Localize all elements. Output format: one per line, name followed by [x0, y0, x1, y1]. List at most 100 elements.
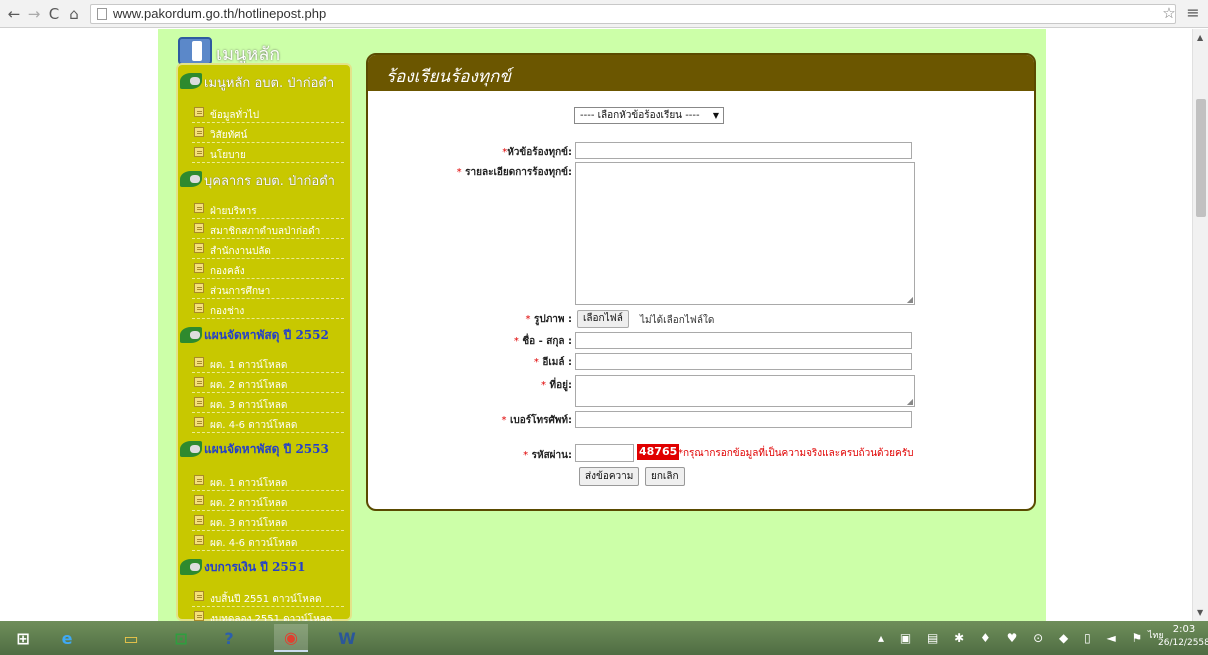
- submit-button[interactable]: ส่งข้อความ: [579, 467, 640, 486]
- sidebar-item[interactable]: ผด. 3 ดาวน์โหลด: [192, 395, 344, 413]
- complaint-form-panel: ร้องเรียนร้องทุกข์ ---- เลือกหัวข้อร้องเ…: [366, 53, 1036, 511]
- chrome-icon[interactable]: ◉: [274, 624, 308, 652]
- email-input[interactable]: [575, 353, 912, 370]
- details-label: * รายละเอียดการร้องทุกข์:: [456, 167, 572, 178]
- document-icon: [194, 147, 204, 157]
- document-icon: [194, 357, 204, 367]
- sidebar-item[interactable]: ผด. 1 ดาวน์โหลด: [192, 473, 344, 491]
- sidebar-section-label: แผนจัดหาพัสดุ ปี 2553: [204, 442, 329, 456]
- document-icon: [194, 263, 204, 273]
- document-icon: [194, 495, 204, 505]
- name-input[interactable]: [575, 332, 912, 349]
- help-app-icon[interactable]: ?: [212, 624, 246, 652]
- sidebar-item[interactable]: ผด. 1 ดาวน์โหลด: [192, 355, 344, 373]
- sidebar-item[interactable]: ผด. 2 ดาวน์โหลด: [192, 493, 344, 511]
- page-icon: [97, 8, 107, 20]
- details-textarea[interactable]: ◢: [575, 162, 915, 305]
- url-text[interactable]: www.pakordum.go.th/hotlinepost.php: [113, 6, 326, 21]
- captcha-input[interactable]: [575, 444, 634, 462]
- select-value: ---- เลือกหัวข้อร้องเรียน ----: [580, 110, 700, 121]
- address-label: * ที่อยู่:: [541, 380, 572, 391]
- windows-start-icon[interactable]: ⊞: [6, 624, 40, 652]
- web-page: เมนูหลัก เมนูหลัก อบต. ป่าก่อดำ ข้อมูลทั…: [0, 29, 1192, 621]
- sidebar-item[interactable]: นโยบาย: [192, 145, 344, 163]
- resize-grip-icon: ◢: [906, 397, 913, 406]
- phone-input[interactable]: [575, 411, 912, 428]
- captcha-code: 48765: [637, 444, 680, 460]
- sidebar-item[interactable]: งบสิ้นปี 2551 ดาวน์โหลด: [192, 589, 344, 607]
- sidebar-section-label: งบการเงิน ปี 2551: [204, 560, 306, 574]
- subject-label: *หัวข้อร้องทุกข์:: [502, 147, 572, 158]
- panel-header: ร้องเรียนร้องทุกข์: [368, 55, 1034, 91]
- bookmark-star-icon[interactable]: ☆: [1160, 4, 1178, 22]
- name-label: * ชื่อ - สกุล :: [513, 336, 572, 347]
- clock-time[interactable]: 2:03: [1162, 624, 1206, 635]
- address-bar[interactable]: www.pakordum.go.th/hotlinepost.php: [90, 4, 1176, 24]
- internet-explorer-icon[interactable]: e: [50, 624, 84, 652]
- document-icon: [194, 417, 204, 427]
- subject-input[interactable]: [575, 142, 912, 159]
- document-icon: [194, 475, 204, 485]
- cancel-button[interactable]: ยกเลิก: [645, 467, 685, 486]
- system-tray-icons[interactable]: ▴ ▣ ▤ ✱ ♦ ♥ ⊙ ◆ ▯ ◄ ⚑: [878, 631, 1148, 645]
- browser-toolbar: ← → C ⌂ www.pakordum.go.th/hotlinepost.p…: [0, 0, 1208, 28]
- scroll-down-icon[interactable]: ▼: [1197, 608, 1203, 617]
- document-icon: [194, 303, 204, 313]
- document-icon: [194, 535, 204, 545]
- sidebar-section-label: บุคลากร อบต. ป่าก่อดำ: [204, 174, 335, 189]
- image-label: * รูปภาพ :: [525, 314, 572, 325]
- file-explorer-icon[interactable]: ▭: [114, 624, 148, 652]
- document-icon: [194, 611, 204, 621]
- document-icon: [194, 107, 204, 117]
- scroll-up-icon[interactable]: ▲: [1197, 33, 1203, 42]
- sidebar-item[interactable]: สมาชิกสภาตำบลป่าก่อดำ: [192, 221, 344, 239]
- document-icon: [194, 223, 204, 233]
- store-icon[interactable]: ⊡: [164, 624, 198, 652]
- document-icon: [194, 283, 204, 293]
- reload-icon[interactable]: C: [44, 4, 64, 24]
- document-icon: [194, 127, 204, 137]
- dropdown-arrow-icon: ▼: [712, 111, 719, 120]
- sidebar-item[interactable]: ส่วนการศึกษา: [192, 281, 344, 299]
- home-icon[interactable]: ⌂: [64, 4, 84, 24]
- sidebar-item[interactable]: สำนักงานปลัด: [192, 241, 344, 259]
- leaf-icon: [180, 171, 202, 187]
- back-arrow-icon[interactable]: ←: [4, 4, 24, 24]
- clock-date[interactable]: 26/12/2558: [1158, 638, 1208, 648]
- forward-arrow-icon[interactable]: →: [24, 4, 44, 24]
- sidebar-item[interactable]: ผด. 3 ดาวน์โหลด: [192, 513, 344, 531]
- resize-grip-icon: ◢: [906, 295, 913, 304]
- scroll-thumb[interactable]: [1196, 99, 1206, 217]
- sidebar-item[interactable]: ผด. 4-6 ดาวน์โหลด: [192, 533, 344, 551]
- document-icon: [194, 377, 204, 387]
- page-scrollbar[interactable]: ▲ ▼: [1192, 29, 1208, 621]
- sidebar-section-label: เมนูหลัก อบต. ป่าก่อดำ: [204, 76, 335, 91]
- sidebar-item[interactable]: ผด. 4-6 ดาวน์โหลด: [192, 415, 344, 433]
- sidebar-section-label: แผนจัดหาพัสดุ ปี 2552: [204, 328, 329, 342]
- address-textarea[interactable]: ◢: [575, 375, 915, 407]
- leaf-icon: [180, 327, 202, 343]
- document-icon: [194, 203, 204, 213]
- phone-label: * เบอร์โทรศัพท์:: [501, 415, 573, 426]
- sidebar-item[interactable]: ผด. 2 ดาวน์โหลด: [192, 375, 344, 393]
- sidebar-item[interactable]: กองช่าง: [192, 301, 344, 319]
- choose-file-button[interactable]: เลือกไฟล์: [577, 310, 629, 328]
- document-icon: [194, 397, 204, 407]
- leaf-icon: [180, 559, 202, 575]
- sidebar-item[interactable]: ข้อมูลทั่วไป: [192, 105, 344, 123]
- browser-menu-icon[interactable]: ≡: [1184, 4, 1202, 22]
- sidebar-menu: เมนูหลัก อบต. ป่าก่อดำ ข้อมูลทั่วไป วิสั…: [176, 63, 352, 621]
- document-icon: [194, 515, 204, 525]
- sidebar-item[interactable]: กองคลัง: [192, 261, 344, 279]
- sidebar-item[interactable]: งบทดลอง 2551 ดาวน์โหลด: [192, 609, 344, 621]
- sidebar-item[interactable]: วิสัยทัศน์: [192, 125, 344, 143]
- complaint-topic-select[interactable]: ---- เลือกหัวข้อร้องเรียน ---- ▼: [574, 107, 724, 124]
- word-icon[interactable]: W: [330, 624, 364, 652]
- file-status-text: ไม่ได้เลือกไฟล์ใด: [640, 315, 715, 326]
- captcha-note: *กรุณากรอกข้อมูลที่เป็นความจริงและครบถ้ว…: [678, 448, 914, 459]
- finder-logo-icon: [178, 37, 212, 65]
- document-icon: [194, 243, 204, 253]
- document-icon: [194, 591, 204, 601]
- sidebar-item[interactable]: ฝ่ายบริหาร: [192, 201, 344, 219]
- leaf-icon: [180, 73, 202, 89]
